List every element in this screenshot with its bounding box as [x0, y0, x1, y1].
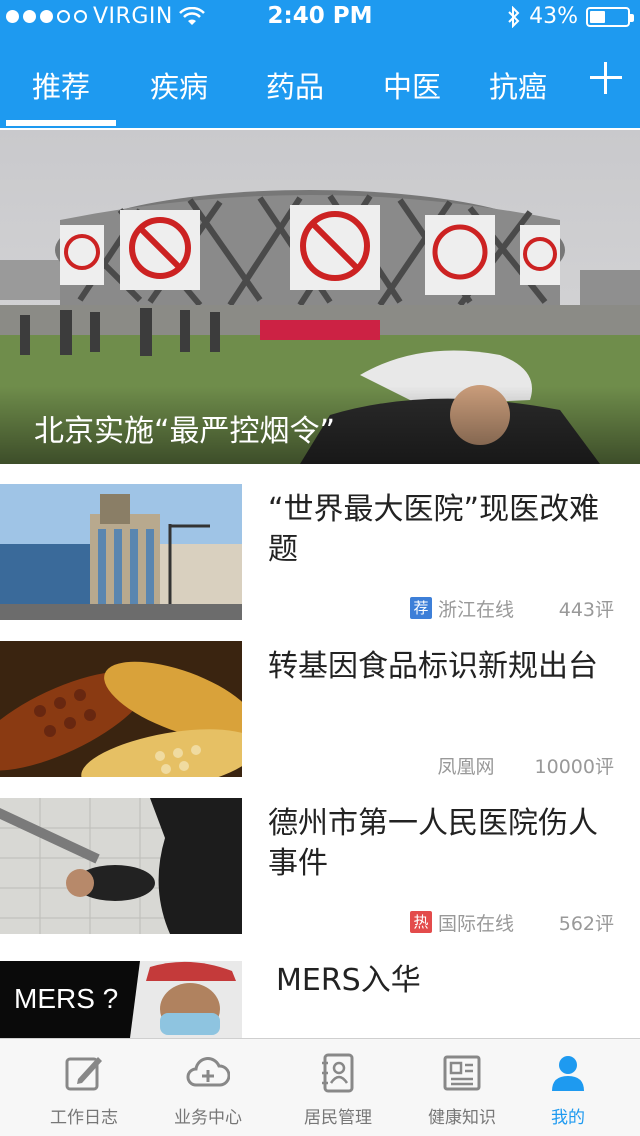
bottom-tab-label: 工作日志 — [50, 1108, 118, 1128]
news-title: MERS入华 — [276, 963, 421, 998]
news-source: 浙江在线 — [437, 598, 514, 621]
plus-icon[interactable] — [588, 60, 622, 94]
bottom-tab-me[interactable]: 我的 — [508, 1051, 628, 1128]
bottom-tab-label: 我的 — [551, 1108, 585, 1128]
bottom-tab-label: 健康知识 — [428, 1108, 496, 1128]
bottom-tab-bar: 工作日志 业务中心 居民管理 健康知识 我的 — [0, 1038, 640, 1136]
tab-medicine[interactable]: 药品 — [240, 64, 350, 106]
hero-caption-overlay: 北京实施“最严控烟令” — [0, 386, 640, 464]
list-item[interactable]: MERS ? MERS入华 — [0, 961, 640, 1038]
bluetooth-icon — [508, 5, 520, 28]
category-tabs: 推荐 疾病 药品 中医 抗癌 — [0, 56, 640, 128]
comment-count: 10000评 — [534, 755, 614, 778]
bottom-tab-business-center[interactable]: 业务中心 — [148, 1051, 268, 1128]
newspaper-icon — [443, 1055, 481, 1091]
tab-tcm[interactable]: 中医 — [357, 64, 467, 106]
bottom-tab-work-log[interactable]: 工作日志 — [24, 1051, 144, 1128]
news-thumbnail — [0, 484, 242, 620]
tab-anticancer[interactable]: 抗癌 — [463, 64, 573, 106]
news-meta: 热 国际在线 562评 — [409, 910, 614, 935]
hero-banner[interactable]: 北京实施“最严控烟令” — [0, 130, 640, 464]
user-icon — [552, 1056, 584, 1091]
list-item[interactable]: 转基因食品标识新规出台 凤凰网 10000评 — [0, 641, 640, 778]
news-source: 凤凰网 — [437, 755, 495, 778]
bottom-tab-resident-management[interactable]: 居民管理 — [278, 1051, 398, 1128]
status-bar: VIRGIN 2:40 PM 43% — [0, 0, 640, 36]
battery-percent: 43% — [529, 4, 578, 29]
battery-icon — [586, 6, 634, 27]
hero-caption: 北京实施“最严控烟令” — [34, 414, 336, 449]
news-title: 德州市第一人民医院伤人事件 — [268, 806, 598, 881]
news-meta: 凤凰网 10000评 — [437, 753, 614, 778]
recommend-badge: 荐 — [409, 597, 432, 619]
hot-badge: 热 — [409, 911, 432, 933]
app-header: VIRGIN 2:40 PM 43% 推荐 疾病 药品 中医 抗癌 — [0, 0, 640, 128]
comment-count: 562评 — [558, 912, 614, 935]
bottom-tab-label: 业务中心 — [174, 1108, 242, 1128]
tab-recommend[interactable]: 推荐 — [6, 64, 116, 126]
bottom-tab-label: 居民管理 — [304, 1108, 372, 1128]
news-thumbnail — [0, 798, 242, 934]
list-item[interactable]: 德州市第一人民医院伤人事件 热 国际在线 562评 — [0, 798, 640, 935]
news-thumbnail — [0, 641, 242, 777]
list-item[interactable]: “世界最大医院”现医改难题 荐 浙江在线 443评 — [0, 484, 640, 621]
comment-count: 443评 — [558, 598, 614, 621]
thumb-text: MERS ? — [14, 983, 119, 1014]
bottom-tab-health-knowledge[interactable]: 健康知识 — [402, 1051, 522, 1128]
contacts-book-icon — [322, 1053, 354, 1093]
tab-disease[interactable]: 疾病 — [124, 64, 234, 106]
news-source: 国际在线 — [437, 912, 514, 935]
news-title: “世界最大医院”现医改难题 — [268, 492, 600, 567]
cloud-add-icon — [186, 1057, 230, 1087]
news-title: 转基因食品标识新规出台 — [268, 649, 598, 684]
news-thumbnail: MERS ? — [0, 961, 242, 1038]
edit-icon — [65, 1057, 102, 1091]
news-meta: 荐 浙江在线 443评 — [409, 596, 614, 621]
